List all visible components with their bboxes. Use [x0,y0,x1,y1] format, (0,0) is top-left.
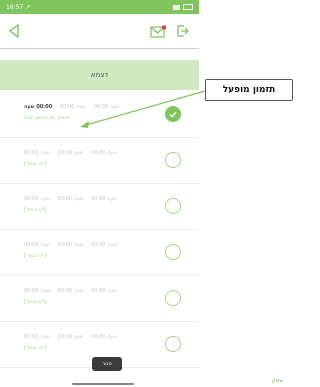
footer-note: שיווק [272,378,283,384]
callout-arrow [80,90,206,128]
annotation-callout: תזמון מופעל [205,79,293,101]
callout-text: תזמון מופעל [222,85,276,95]
